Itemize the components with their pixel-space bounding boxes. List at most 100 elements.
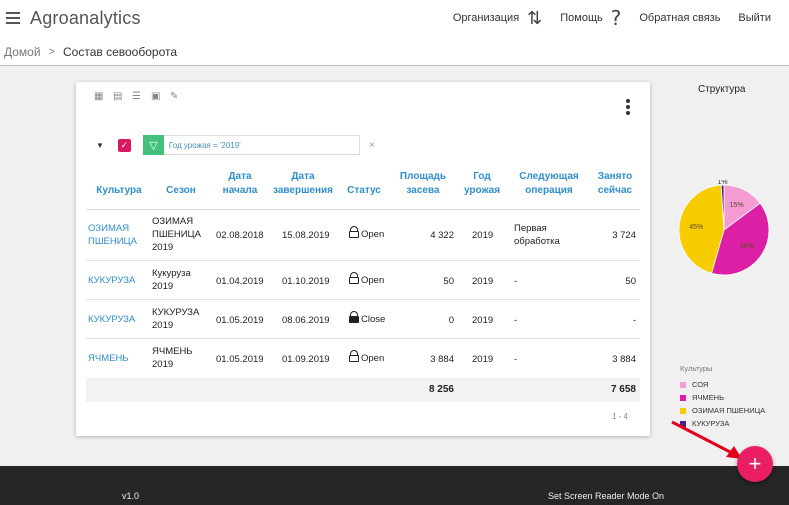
col-start-date[interactable]: Дата начала	[212, 170, 268, 198]
cell-year: 2019	[472, 315, 494, 326]
cell-end-date: 15.08.2019	[282, 230, 330, 241]
cell-culture[interactable]: КУКУРУЗА	[88, 313, 135, 326]
status-text: Open	[361, 275, 385, 286]
col-status[interactable]: Статус	[342, 184, 386, 198]
pie-slice-label: 1%	[717, 180, 727, 186]
lock-open-icon	[349, 350, 359, 362]
cell-area: 3 884	[430, 354, 454, 365]
filter-icon[interactable]: ▽	[142, 135, 164, 155]
legend-label: ОЗИМАЯ ПШЕНИЦА	[692, 406, 766, 415]
question-icon: ?	[610, 6, 622, 30]
cell-busy: 3 724	[612, 230, 636, 241]
lock-open-icon	[349, 226, 359, 238]
col-season[interactable]: Сезон	[152, 184, 210, 198]
breadcrumb-current: Состав севооборота	[63, 45, 178, 59]
cell-start-date: 01.05.2019	[216, 315, 264, 326]
cell-year: 2019	[472, 230, 494, 241]
totals-row: 8 256 7 658	[86, 378, 640, 402]
pie-slice-label: 45%	[689, 224, 703, 231]
legend-item[interactable]: СОЯ	[680, 378, 765, 391]
nav-feedback[interactable]: Обратная связь	[639, 12, 720, 24]
col-next-op[interactable]: Следующая операция	[512, 170, 586, 198]
lock-closed-icon	[349, 311, 359, 323]
more-options-icon[interactable]	[626, 99, 630, 117]
col-area[interactable]: Площадь засева	[394, 170, 452, 198]
cell-year: 2019	[472, 354, 494, 365]
filter-input[interactable]	[163, 135, 360, 155]
legend-label: СОЯ	[692, 380, 709, 389]
nav-logout[interactable]: Выйти	[738, 12, 771, 24]
menu-icon[interactable]	[6, 12, 20, 24]
total-area: 8 256	[428, 384, 454, 395]
cell-status: Open	[349, 226, 384, 241]
app-header: Agroanalytics Организация ⇅ Помощь ? Обр…	[0, 0, 789, 66]
cell-status: Close	[349, 311, 385, 326]
cell-start-date: 01.04.2019	[216, 276, 264, 287]
cell-next-op: -	[514, 276, 518, 287]
cell-culture[interactable]: ЯЧМЕНЬ	[88, 352, 129, 365]
table-row[interactable]: КУКУРУЗА КУКУРУЗА 2019 01.05.2019 08.06.…	[86, 300, 640, 339]
grid-view-icon[interactable]: ▦	[94, 92, 104, 102]
status-text: Close	[361, 314, 386, 325]
col-busy[interactable]: Занято сейчас	[590, 170, 640, 198]
cell-busy: 3 884	[612, 354, 636, 365]
cell-next-op: -	[514, 315, 518, 326]
crop-rotation-card: ▦ ▤ ☰ ▣ ✎ ▼ ✓ ▽ × Культура Сезон Дата на…	[76, 82, 650, 436]
cell-season: КУКУРУЗА 2019	[152, 307, 200, 331]
cell-next-op: Первая обработка	[514, 223, 560, 247]
cell-area: 4 322	[430, 230, 454, 241]
add-button[interactable]: +	[737, 446, 773, 482]
nav-organization[interactable]: Организация ⇅	[453, 9, 542, 27]
red-arrow-annotation	[671, 420, 742, 459]
status-text: Open	[361, 353, 385, 364]
footer: v1.0 Set Screen Reader Mode On	[0, 466, 789, 505]
pagination-info: 1 - 4	[611, 412, 628, 421]
table-body: ОЗИМАЯ ПШЕНИЦА ОЗИМАЯ ПШЕНИЦА 2019 02.08…	[86, 210, 640, 378]
cell-next-op: -	[514, 354, 518, 365]
table-view-icon[interactable]: ▤	[113, 92, 123, 102]
table-row[interactable]: ЯЧМЕНЬ ЯЧМЕНЬ 2019 01.05.2019 01.09.2019…	[86, 339, 640, 378]
structure-title: Структура	[698, 84, 746, 95]
cell-busy: 50	[625, 276, 636, 287]
app-title: Agroanalytics	[30, 8, 141, 28]
cell-start-date: 02.08.2018	[216, 230, 264, 241]
caret-down-icon[interactable]: ▼	[96, 141, 104, 150]
col-end-date[interactable]: Дата завершения	[270, 170, 336, 198]
breadcrumb-home[interactable]: Домой	[4, 45, 41, 59]
cell-season: Кукуруза 2019	[152, 268, 191, 292]
legend-item[interactable]: ЯЧМЕНЬ	[680, 391, 765, 404]
cell-status: Open	[349, 350, 384, 365]
card-view-icon[interactable]: ▣	[151, 92, 161, 102]
clear-filter-icon[interactable]: ×	[369, 140, 375, 151]
status-text: Open	[361, 229, 385, 240]
cell-start-date: 01.05.2019	[216, 354, 264, 365]
edit-view-icon[interactable]: ✎	[170, 92, 180, 102]
sync-arrows-icon: ⇅	[527, 8, 543, 28]
screen-reader-toggle[interactable]: Set Screen Reader Mode On	[548, 491, 664, 501]
nav-logout-label: Выйти	[738, 12, 771, 24]
table-row[interactable]: КУКУРУЗА Кукуруза 2019 01.04.2019 01.10.…	[86, 261, 640, 300]
select-all-checkbox[interactable]: ✓	[117, 138, 131, 152]
list-view-icon[interactable]: ☰	[132, 92, 142, 102]
top-nav: Организация ⇅ Помощь ? Обратная связь Вы…	[435, 6, 771, 30]
col-year[interactable]: Год урожая	[462, 170, 502, 198]
cell-culture[interactable]: КУКУРУЗА	[88, 274, 135, 287]
nav-help[interactable]: Помощь ?	[560, 6, 622, 30]
nav-organization-label: Организация	[452, 12, 520, 24]
cell-season: ОЗИМАЯ ПШЕНИЦА 2019	[152, 216, 201, 253]
table-row[interactable]: ОЗИМАЯ ПШЕНИЦА ОЗИМАЯ ПШЕНИЦА 2019 02.08…	[86, 210, 640, 261]
table-header: Культура Сезон Дата начала Дата завершен…	[86, 164, 640, 210]
cell-end-date: 01.10.2019	[282, 276, 330, 287]
cell-culture[interactable]: ОЗИМАЯ ПШЕНИЦА	[88, 222, 152, 248]
cell-end-date: 08.06.2019	[282, 315, 330, 326]
legend-swatch	[680, 407, 686, 414]
legend-title: Культуры	[680, 364, 713, 373]
filter-row: ▼ ✓ ▽ ×	[96, 134, 375, 156]
legend-item[interactable]: ОЗИМАЯ ПШЕНИЦА	[680, 404, 765, 417]
col-culture[interactable]: Культура	[86, 184, 152, 198]
structure-pie-chart: 15% 40% 45% 1%	[678, 180, 770, 276]
cell-area: 0	[448, 315, 454, 326]
legend-swatch	[680, 394, 686, 401]
cell-end-date: 01.09.2019	[282, 354, 330, 365]
cell-status: Open	[349, 272, 384, 287]
